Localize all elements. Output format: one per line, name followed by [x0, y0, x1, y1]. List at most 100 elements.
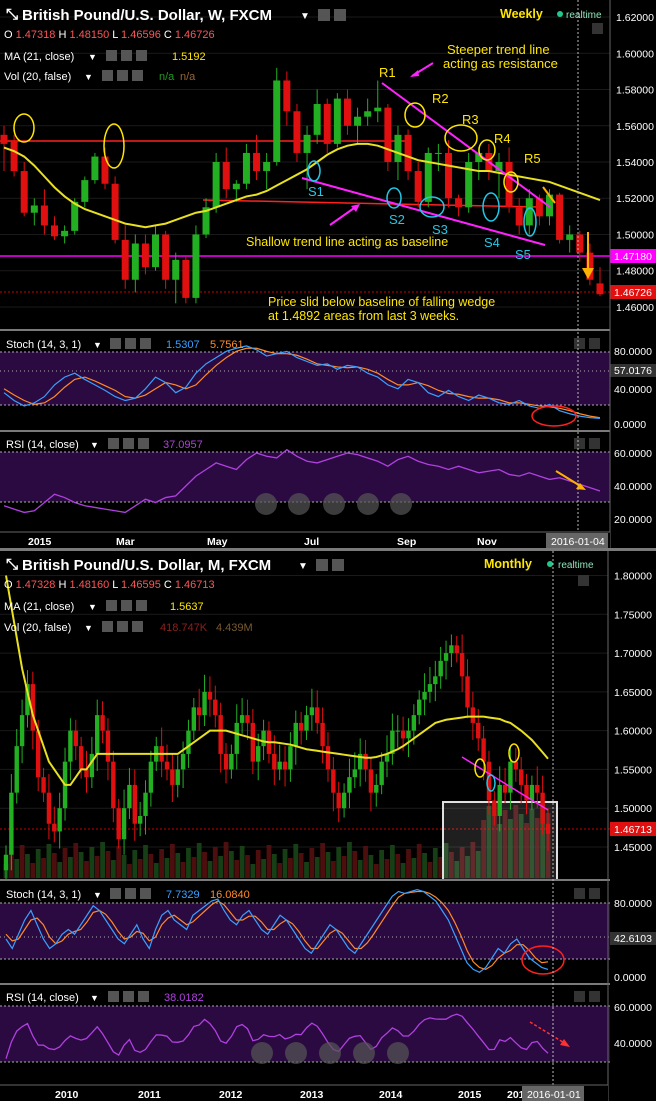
weekly-candle	[40, 205, 48, 226]
weekly-vol-settings-icon[interactable]	[102, 70, 113, 81]
monthly-rsi-gear-icon[interactable]	[123, 991, 134, 1002]
monthly-volume-bar	[395, 854, 401, 878]
monthly-candle	[459, 653, 465, 677]
monthly-expand-icon[interactable]: ⤡	[6, 556, 18, 573]
weekly-expand-icon[interactable]: ⤡	[6, 6, 18, 23]
weekly-vol-dropdown-icon[interactable]: ▼	[84, 72, 93, 82]
monthly-rsi-down-icon[interactable]	[589, 991, 600, 1002]
monthly-ma-gear-icon[interactable]	[121, 600, 132, 611]
monthly-rsi-close-icon[interactable]	[138, 991, 149, 1002]
weekly-candle	[111, 183, 119, 240]
weekly-ma-label[interactable]: MA (21, close)	[4, 51, 74, 63]
weekly-rsi-gear-icon[interactable]	[123, 438, 134, 449]
weekly-zoom-out-button[interactable]	[288, 493, 310, 515]
monthly-close: 1.46713	[175, 579, 215, 591]
monthly-stoch-up-icon[interactable]	[574, 888, 585, 899]
monthly-zoom-in-button[interactable]	[353, 1042, 375, 1064]
weekly-zoom-in-button[interactable]	[357, 493, 379, 515]
monthly-stoch-separator	[0, 879, 610, 881]
monthly-ma-label[interactable]: MA (21, close)	[4, 601, 74, 613]
weekly-rsi-label[interactable]: RSI (14, close)	[6, 439, 79, 451]
weekly-stoch-dropdown-icon[interactable]: ▼	[93, 340, 102, 350]
weekly-rsi-up-icon[interactable]	[574, 438, 585, 449]
monthly-vol-gear-icon[interactable]	[117, 621, 128, 632]
monthly-volume-bar	[78, 852, 84, 878]
monthly-stoch-dropdown-icon[interactable]: ▼	[93, 890, 102, 900]
monthly-vol-label[interactable]: Vol (20, false)	[4, 622, 71, 634]
weekly-stoch-down-icon[interactable]	[589, 338, 600, 349]
weekly-candle	[374, 107, 382, 112]
weekly-reset-button[interactable]	[323, 493, 345, 515]
monthly-rsi-up-icon[interactable]	[574, 991, 585, 1002]
weekly-vol-gear-icon[interactable]	[117, 70, 128, 81]
monthly-gear-icon[interactable]	[332, 559, 344, 571]
weekly-period-badge[interactable]: Weekly	[500, 7, 543, 21]
monthly-stoch-gear-icon[interactable]	[125, 888, 136, 899]
weekly-ma-settings-icon[interactable]	[106, 50, 117, 61]
monthly-rsi-axis-40: 40.0000	[614, 1038, 652, 1050]
monthly-vol-value-a: 418.747K	[160, 622, 208, 634]
weekly-ma-gear-icon[interactable]	[121, 50, 132, 61]
weekly-rsi-down-icon[interactable]	[589, 438, 600, 449]
monthly-volume-bar	[180, 862, 186, 878]
monthly-vol-dropdown-icon[interactable]: ▼	[84, 623, 93, 633]
weekly-stoch-label[interactable]: Stoch (14, 3, 1)	[6, 339, 81, 351]
monthly-rsi-label[interactable]: RSI (14, close)	[6, 992, 79, 1004]
monthly-reset-button[interactable]	[319, 1042, 341, 1064]
monthly-vol-settings-icon[interactable]	[102, 621, 113, 632]
monthly-volume-bar	[411, 858, 417, 878]
weekly-vol-label[interactable]: Vol (20, false)	[4, 71, 71, 83]
monthly-candle	[175, 769, 180, 785]
weekly-ma-dropdown-icon[interactable]: ▼	[88, 52, 97, 62]
weekly-rsi-dropdown-icon[interactable]: ▼	[90, 440, 99, 450]
monthly-symbol-title[interactable]: British Pound/U.S. Dollar, M, FXCM	[22, 557, 271, 574]
weekly-candle	[313, 104, 321, 135]
monthly-symbol-dropdown-icon[interactable]: ▼	[298, 561, 308, 572]
monthly-ma-dropdown-icon[interactable]: ▼	[88, 602, 97, 612]
weekly-rsi-close-icon[interactable]	[138, 438, 149, 449]
weekly-symbol-dropdown-icon[interactable]: ▼	[300, 11, 310, 22]
weekly-scroll-left-button[interactable]	[255, 493, 277, 515]
weekly-stoch-close-icon[interactable]	[140, 338, 151, 349]
monthly-rsi-dropdown-icon[interactable]: ▼	[90, 993, 99, 1003]
monthly-stoch-close-icon[interactable]	[140, 888, 151, 899]
weekly-realtime-label: realtime	[566, 10, 602, 21]
monthly-candle	[277, 761, 282, 770]
monthly-vol-close-icon[interactable]	[132, 621, 143, 632]
monthly-candle	[202, 691, 207, 716]
monthly-zoom-out-button[interactable]	[285, 1042, 307, 1064]
weekly-price-tick: 1.58000	[616, 85, 654, 97]
weekly-rsi-settings-icon[interactable]	[108, 438, 119, 449]
monthly-stoch-settings-icon[interactable]	[110, 888, 121, 899]
weekly-stoch-gear-icon[interactable]	[125, 338, 136, 349]
weekly-gear-icon[interactable]	[334, 9, 346, 21]
monthly-period-badge[interactable]: Monthly	[484, 557, 532, 571]
monthly-settings-icon[interactable]	[316, 559, 328, 571]
monthly-volume-bar	[309, 848, 315, 878]
weekly-ma-close-icon[interactable]	[136, 50, 147, 61]
weekly-symbol-title[interactable]: British Pound/U.S. Dollar, W, FXCM	[22, 7, 272, 24]
monthly-realtime-dot	[547, 561, 553, 567]
monthly-candle	[143, 792, 148, 816]
monthly-collapse-icon[interactable]	[578, 575, 589, 586]
weekly-settings-icon[interactable]	[318, 9, 330, 21]
weekly-candle	[51, 225, 59, 237]
weekly-x-tick: Mar	[116, 536, 135, 548]
weekly-stoch-up-icon[interactable]	[574, 338, 585, 349]
weekly-vol-close-icon[interactable]	[132, 70, 143, 81]
weekly-rsi-axis-40: 40.0000	[614, 481, 652, 493]
monthly-ma-settings-icon[interactable]	[106, 600, 117, 611]
monthly-ma-close-icon[interactable]	[136, 600, 147, 611]
weekly-collapse-icon[interactable]	[592, 23, 603, 34]
monthly-volume-bar	[389, 845, 395, 878]
monthly-scroll-right-button[interactable]	[387, 1042, 409, 1064]
monthly-candle	[336, 792, 341, 809]
weekly-candle	[121, 239, 129, 280]
weekly-stoch-settings-icon[interactable]	[110, 338, 121, 349]
monthly-stoch-down-icon[interactable]	[589, 888, 600, 899]
weekly-scroll-right-button[interactable]	[390, 493, 412, 515]
monthly-stoch-label[interactable]: Stoch (14, 3, 1)	[6, 889, 81, 901]
steeper-trendline-note-2: acting as resistance	[443, 56, 558, 71]
monthly-scroll-left-button[interactable]	[251, 1042, 273, 1064]
monthly-rsi-settings-icon[interactable]	[108, 991, 119, 1002]
